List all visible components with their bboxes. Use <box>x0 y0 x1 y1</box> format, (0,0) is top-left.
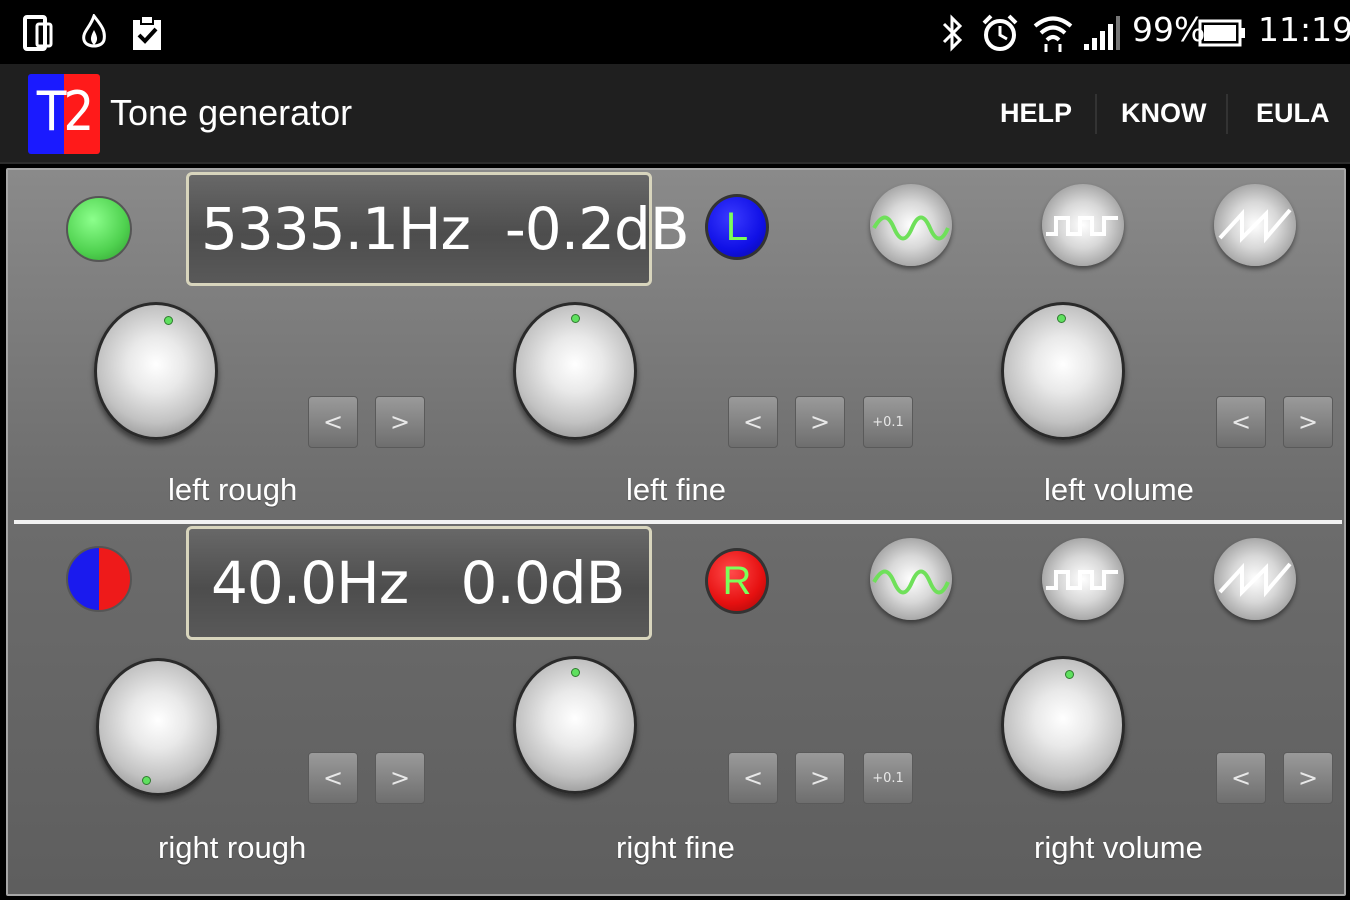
play-status-led[interactable] <box>66 196 132 262</box>
right-rough-knob[interactable] <box>96 658 220 796</box>
right-fine-knob[interactable] <box>513 656 637 794</box>
right-volume-increase-button[interactable]: > <box>1283 752 1333 804</box>
battery-percent: 99% <box>1132 10 1206 49</box>
wifi-icon <box>1032 14 1074 52</box>
square-wave-icon <box>1046 570 1118 590</box>
left-rough-label: left rough <box>168 472 298 507</box>
right-sine-wave-button[interactable] <box>870 538 952 620</box>
left-channel-badge[interactable]: L <box>705 194 769 260</box>
right-frequency-readout: 40.0Hz 0.0dB <box>211 549 625 617</box>
left-square-wave-button[interactable] <box>1042 184 1124 266</box>
left-fine-knob[interactable] <box>513 302 637 440</box>
left-frequency-readout: 5335.1Hz -0.2dB <box>201 195 690 263</box>
left-sine-wave-button[interactable] <box>870 184 952 266</box>
right-fine-increase-button[interactable]: > <box>795 752 845 804</box>
menu-know[interactable]: KNOW <box>1121 98 1206 129</box>
square-wave-icon <box>1046 216 1118 236</box>
flame-icon <box>80 14 108 52</box>
left-sawtooth-wave-button[interactable] <box>1214 184 1296 266</box>
left-fine-increase-button[interactable]: > <box>795 396 845 448</box>
generator-panel: 5335.1Hz -0.2dB L < > left rough < > +0.… <box>6 168 1346 896</box>
right-volume-decrease-button[interactable]: < <box>1216 752 1266 804</box>
right-volume-label: right volume <box>1034 830 1203 865</box>
right-rough-decrease-button[interactable]: < <box>308 752 358 804</box>
sine-wave-icon <box>872 215 950 241</box>
right-rough-increase-button[interactable]: > <box>375 752 425 804</box>
battery-icon <box>1198 14 1246 52</box>
left-fine-step-button[interactable]: +0.1 <box>863 396 913 448</box>
signal-icon <box>1082 14 1120 52</box>
clipboard-check-icon <box>130 14 164 52</box>
menu-help[interactable]: HELP <box>1000 98 1072 129</box>
app-logo-text: T2 <box>36 80 95 143</box>
app-bar: T2 Tone generator HELP KNOW EULA <box>0 64 1350 164</box>
bluetooth-icon <box>938 14 966 52</box>
right-sawtooth-wave-button[interactable] <box>1214 538 1296 620</box>
phone-outline-icon <box>22 14 56 52</box>
left-rough-increase-button[interactable]: > <box>375 396 425 448</box>
left-fine-label: left fine <box>626 472 726 507</box>
left-volume-decrease-button[interactable]: < <box>1216 396 1266 448</box>
right-fine-step-button[interactable]: +0.1 <box>863 752 913 804</box>
clock-time: 11:19 <box>1258 10 1350 49</box>
left-channel: 5335.1Hz -0.2dB L < > left rough < > +0.… <box>8 170 1348 526</box>
right-volume-knob[interactable] <box>1001 656 1125 794</box>
sawtooth-wave-icon <box>1218 562 1292 598</box>
menu-divider <box>1226 94 1228 134</box>
left-rough-knob[interactable] <box>94 302 218 440</box>
left-fine-decrease-button[interactable]: < <box>728 396 778 448</box>
sine-wave-icon <box>872 569 950 595</box>
right-frequency-display: 40.0Hz 0.0dB <box>186 526 652 640</box>
app-logo: T2 <box>28 74 100 154</box>
right-fine-decrease-button[interactable]: < <box>728 752 778 804</box>
status-bar: 99% 11:19 <box>0 0 1350 64</box>
left-volume-label: left volume <box>1044 472 1194 507</box>
menu-eula[interactable]: EULA <box>1256 98 1330 129</box>
left-volume-knob[interactable] <box>1001 302 1125 440</box>
right-square-wave-button[interactable] <box>1042 538 1124 620</box>
right-channel: 40.0Hz 0.0dB R < > right rough < > +0.1 … <box>8 524 1348 880</box>
menu-divider <box>1095 94 1097 134</box>
stereo-mode-led[interactable] <box>66 546 132 612</box>
alarm-icon <box>980 14 1020 52</box>
right-channel-badge[interactable]: R <box>705 548 769 614</box>
left-rough-decrease-button[interactable]: < <box>308 396 358 448</box>
left-frequency-display: 5335.1Hz -0.2dB <box>186 172 690 286</box>
right-rough-label: right rough <box>158 830 307 865</box>
sawtooth-wave-icon <box>1218 208 1292 244</box>
left-volume-increase-button[interactable]: > <box>1283 396 1333 448</box>
app-title: Tone generator <box>110 92 353 133</box>
right-fine-label: right fine <box>616 830 735 865</box>
